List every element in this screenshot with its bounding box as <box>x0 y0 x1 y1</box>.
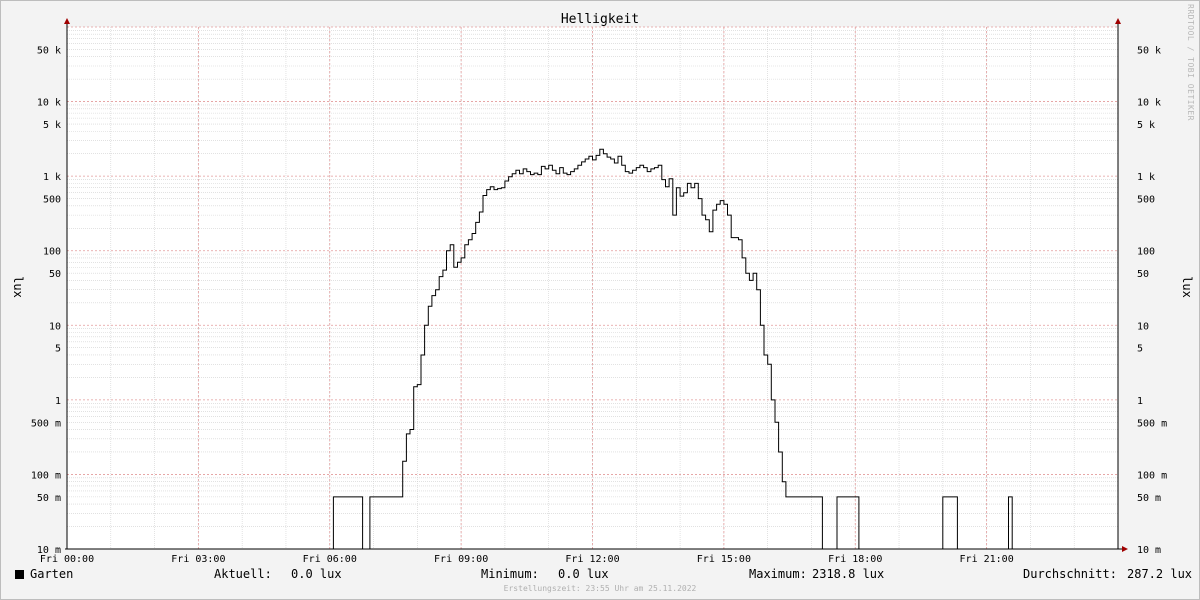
legend-current-value: 0.0 lux <box>291 567 342 581</box>
x-tick-label: Fri 21:00 <box>960 554 1014 565</box>
y-axis-title-left: lux <box>11 276 25 298</box>
y-tick-label-left: 5 k <box>43 120 61 131</box>
y-tick-label-right: 10 m <box>1137 545 1161 556</box>
y-tick-label-left: 5 <box>55 344 61 355</box>
x-axis-arrow <box>1122 546 1128 552</box>
legend-swatch-garten <box>15 570 24 579</box>
x-tick-label: Fri 18:00 <box>828 554 882 565</box>
y-tick-label-right: 50 m <box>1137 493 1161 504</box>
y-axis-title-right: lux <box>1180 276 1194 298</box>
x-axis-labels: Fri 00:00 Fri 03:00 Fri 06:00 Fri 09:00 Fri … <box>40 554 1014 565</box>
x-tick-label: Fri 06:00 <box>303 554 357 565</box>
chart-title: Helligkeit <box>561 12 639 27</box>
y-tick-label-left: 50 k <box>37 45 61 56</box>
y-axis-arrow-right <box>1115 18 1121 24</box>
x-tick-label: Fri 00:00 <box>40 554 94 565</box>
x-tick-label: Fri 15:00 <box>697 554 751 565</box>
y-axis-arrow-left <box>64 18 70 24</box>
creation-timestamp: Erstellungszeit: 23:55 Uhr am 25.11.2022 <box>503 584 697 593</box>
y-tick-label-right: 1 k <box>1137 172 1155 183</box>
legend-min-value: 0.0 lux <box>558 567 609 581</box>
y-tick-label-right: 50 <box>1137 269 1149 280</box>
y-tick-label-right: 500 m <box>1137 418 1167 429</box>
y-tick-label-left: 10 k <box>37 98 61 109</box>
y-tick-label-right: 500 <box>1137 195 1155 206</box>
legend-current-label: Aktuell: <box>214 567 272 581</box>
y-tick-label-right: 100 <box>1137 247 1155 258</box>
y-tick-label-left: 10 <box>49 321 61 332</box>
y-tick-label-right: 10 <box>1137 321 1149 332</box>
y-tick-label-left: 1 k <box>43 172 61 183</box>
legend-min-label: Minimum: <box>481 567 539 581</box>
y-tick-label-left: 500 m <box>31 418 61 429</box>
y-tick-label-left: 100 m <box>31 470 61 481</box>
y-axis-labels-right: 10 m 50 m 100 m 500 m 1 5 10 50 100 500 1 k 5 k 10 k… <box>1137 45 1167 556</box>
y-tick-label-right: 10 k <box>1137 98 1161 109</box>
legend-max-label: Maximum: <box>749 567 807 581</box>
legend-avg-label: Durchschnitt: <box>1023 567 1117 581</box>
legend-max-value: 2318.8 lux <box>812 567 885 581</box>
y-tick-label-right: 1 <box>1137 396 1143 407</box>
legend-avg-value: 287.2 lux <box>1127 567 1193 581</box>
y-tick-label-left: 100 <box>43 247 61 258</box>
y-tick-label-right: 50 k <box>1137 45 1161 56</box>
x-tick-label: Fri 09:00 <box>434 554 488 565</box>
y-tick-label-right: 5 k <box>1137 120 1155 131</box>
y-tick-label-right: 100 m <box>1137 470 1167 481</box>
x-tick-label: Fri 12:00 <box>565 554 619 565</box>
y-tick-label-left: 50 m <box>37 493 61 504</box>
y-tick-label-left: 1 <box>55 396 61 407</box>
x-tick-label: Fri 03:00 <box>171 554 225 565</box>
y-tick-label-left: 500 <box>43 195 61 206</box>
y-tick-label-left: 50 <box>49 269 61 280</box>
legend-series-name: Garten <box>30 567 74 581</box>
rrdtool-watermark: RRDTOOL / TOBI OETIKER <box>1186 4 1195 121</box>
y-tick-label-right: 5 <box>1137 344 1143 355</box>
y-axis-labels-left: 10 m50 m100 m500 m1510501005001 k5 k10 k… <box>31 45 61 556</box>
brightness-chart: 10 m 50 m 100 m 500 m 1 5 10 50 100 500 1 k 5 k 10 k… <box>11 12 1194 565</box>
